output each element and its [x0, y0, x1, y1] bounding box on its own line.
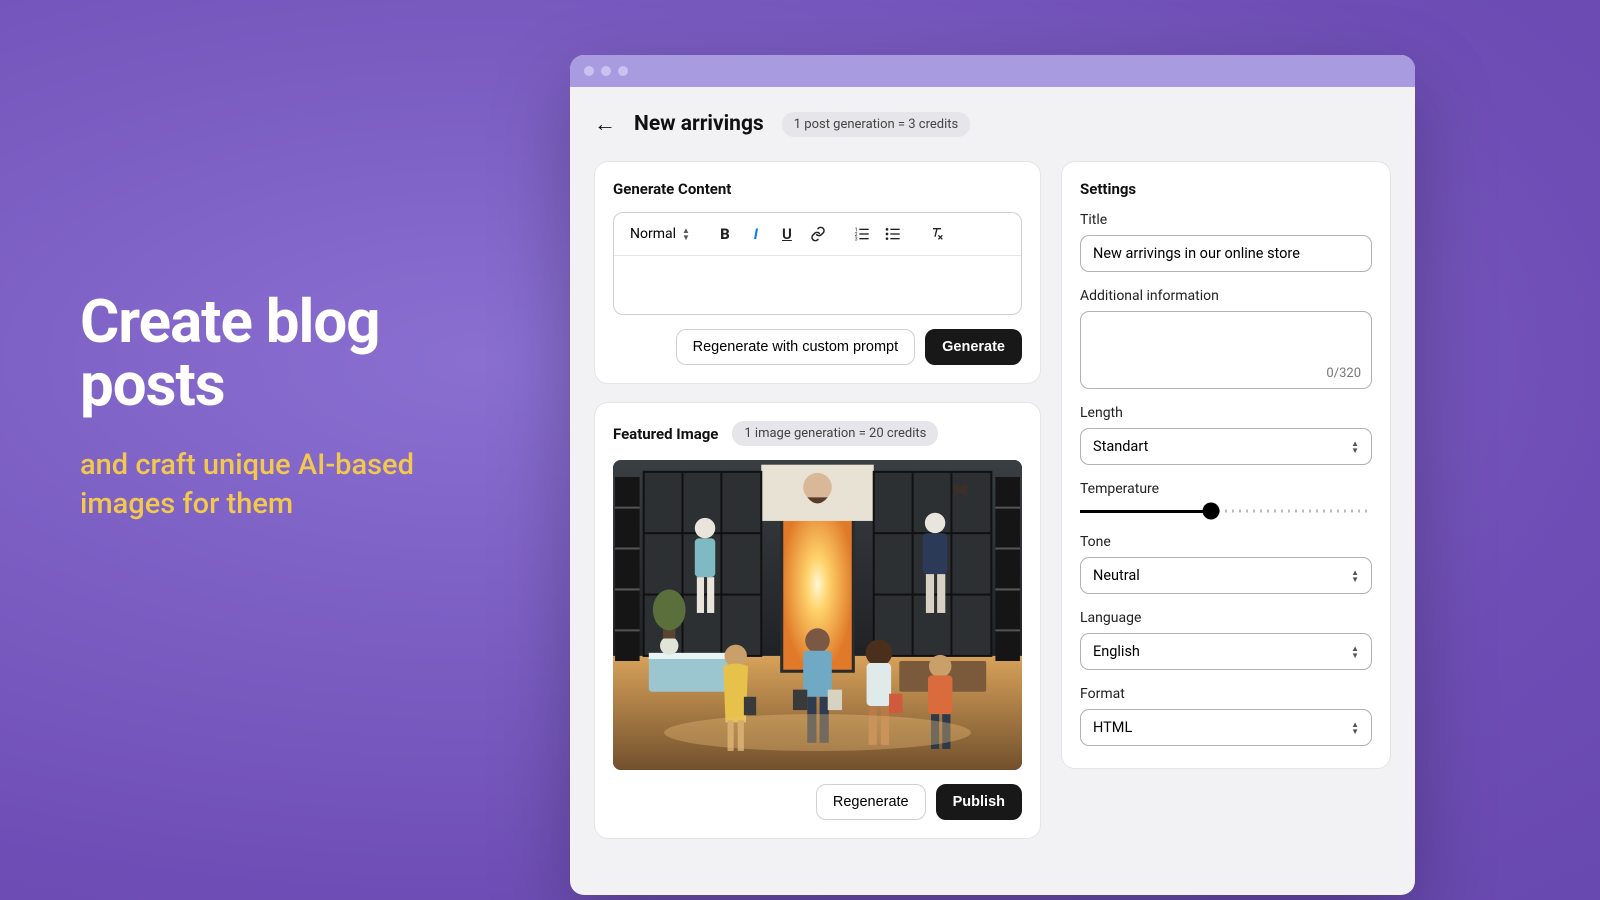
title-label: Title	[1080, 212, 1372, 228]
marketing-subline: and craft unique AI-based images for the…	[80, 446, 510, 524]
page-title: New arrivings	[634, 112, 764, 136]
editor-toolbar: Normal ▲▼ B I U 123	[614, 213, 1021, 256]
title-input[interactable]	[1080, 235, 1372, 272]
traffic-light-icon	[584, 66, 594, 76]
regenerate-prompt-button[interactable]: Regenerate with custom prompt	[676, 329, 916, 365]
length-label: Length	[1080, 405, 1372, 421]
marketing-headline: Create blog posts	[80, 290, 510, 416]
featured-image-card: Featured Image 1 image generation = 20 c…	[594, 402, 1041, 839]
svg-text:3: 3	[855, 237, 858, 242]
temperature-slider[interactable]	[1080, 504, 1372, 518]
clear-format-icon[interactable]	[923, 221, 951, 247]
link-icon[interactable]	[804, 221, 832, 247]
card-title: Generate Content	[613, 180, 1022, 198]
format-label: Format	[1080, 686, 1372, 702]
tone-select[interactable]: Neutral ▲▼	[1080, 557, 1372, 594]
featured-image	[613, 460, 1022, 770]
italic-icon[interactable]: I	[742, 221, 770, 247]
language-select[interactable]: English ▲▼	[1080, 633, 1372, 670]
generate-content-card: Generate Content Normal ▲▼ B I U	[594, 161, 1041, 384]
rich-text-editor[interactable]: Normal ▲▼ B I U 123	[613, 212, 1022, 315]
page-header: ← New arrivings 1 post generation = 3 cr…	[594, 111, 1391, 137]
chevron-updown-icon: ▲▼	[1351, 721, 1359, 735]
settings-card: Settings Title Additional information 0/…	[1061, 161, 1391, 769]
slider-thumb-icon[interactable]	[1203, 503, 1220, 520]
regenerate-image-button[interactable]: Regenerate	[816, 784, 926, 820]
chevron-updown-icon: ▲▼	[1351, 569, 1359, 583]
format-select[interactable]: HTML ▲▼	[1080, 709, 1372, 746]
editor-textarea[interactable]	[614, 256, 1021, 314]
paragraph-style-select[interactable]: Normal ▲▼	[624, 222, 696, 246]
generate-button[interactable]: Generate	[925, 329, 1022, 365]
back-arrow-icon[interactable]: ←	[594, 111, 616, 137]
marketing-copy: Create blog posts and craft unique AI-ba…	[80, 290, 510, 524]
temperature-label: Temperature	[1080, 481, 1372, 497]
additional-info-textarea[interactable]: 0/320	[1080, 311, 1372, 389]
publish-button[interactable]: Publish	[936, 784, 1022, 820]
additional-info-label: Additional information	[1080, 288, 1372, 304]
char-count: 0/320	[1326, 366, 1361, 381]
app-window: ← New arrivings 1 post generation = 3 cr…	[570, 55, 1415, 895]
chevron-updown-icon: ▲▼	[682, 227, 690, 241]
bold-icon[interactable]: B	[711, 221, 739, 247]
traffic-light-icon	[601, 66, 611, 76]
image-credit-badge: 1 image generation = 20 credits	[732, 421, 938, 446]
chevron-updown-icon: ▲▼	[1351, 645, 1359, 659]
underline-icon[interactable]: U	[773, 221, 801, 247]
language-label: Language	[1080, 610, 1372, 626]
card-title: Settings	[1080, 180, 1372, 198]
tone-label: Tone	[1080, 534, 1372, 550]
post-credit-badge: 1 post generation = 3 credits	[782, 112, 970, 137]
window-titlebar	[570, 55, 1415, 87]
unordered-list-icon[interactable]	[879, 221, 907, 247]
traffic-light-icon	[618, 66, 628, 76]
length-select[interactable]: Standart ▲▼	[1080, 428, 1372, 465]
ordered-list-icon[interactable]: 123	[848, 221, 876, 247]
chevron-updown-icon: ▲▼	[1351, 440, 1359, 454]
card-title: Featured Image	[613, 425, 718, 443]
